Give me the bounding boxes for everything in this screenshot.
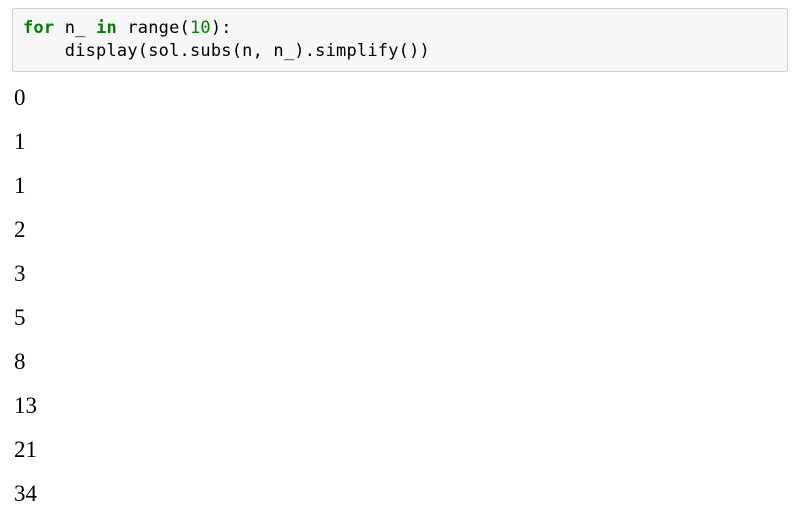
keyword-for: for <box>23 18 54 38</box>
code-text: ): <box>211 18 232 38</box>
code-text: range( <box>117 18 190 38</box>
output-value: 21 <box>14 438 788 461</box>
output-value: 1 <box>14 130 788 153</box>
output-value: 5 <box>14 306 788 329</box>
output-value: 2 <box>14 218 788 241</box>
keyword-in: in <box>96 18 117 38</box>
output-area: 0 1 1 2 3 5 8 13 21 34 <box>12 72 788 505</box>
output-value: 13 <box>14 394 788 417</box>
code-text: display(sol.subs(n, n_).simplify()) <box>23 41 430 61</box>
output-value: 3 <box>14 262 788 285</box>
number-literal: 10 <box>190 18 211 38</box>
output-value: 34 <box>14 482 788 505</box>
output-value: 8 <box>14 350 788 373</box>
output-value: 1 <box>14 174 788 197</box>
code-text: n_ <box>54 18 96 38</box>
code-input-cell: for n_ in range(10): display(sol.subs(n,… <box>12 8 788 72</box>
output-value: 0 <box>14 86 788 109</box>
